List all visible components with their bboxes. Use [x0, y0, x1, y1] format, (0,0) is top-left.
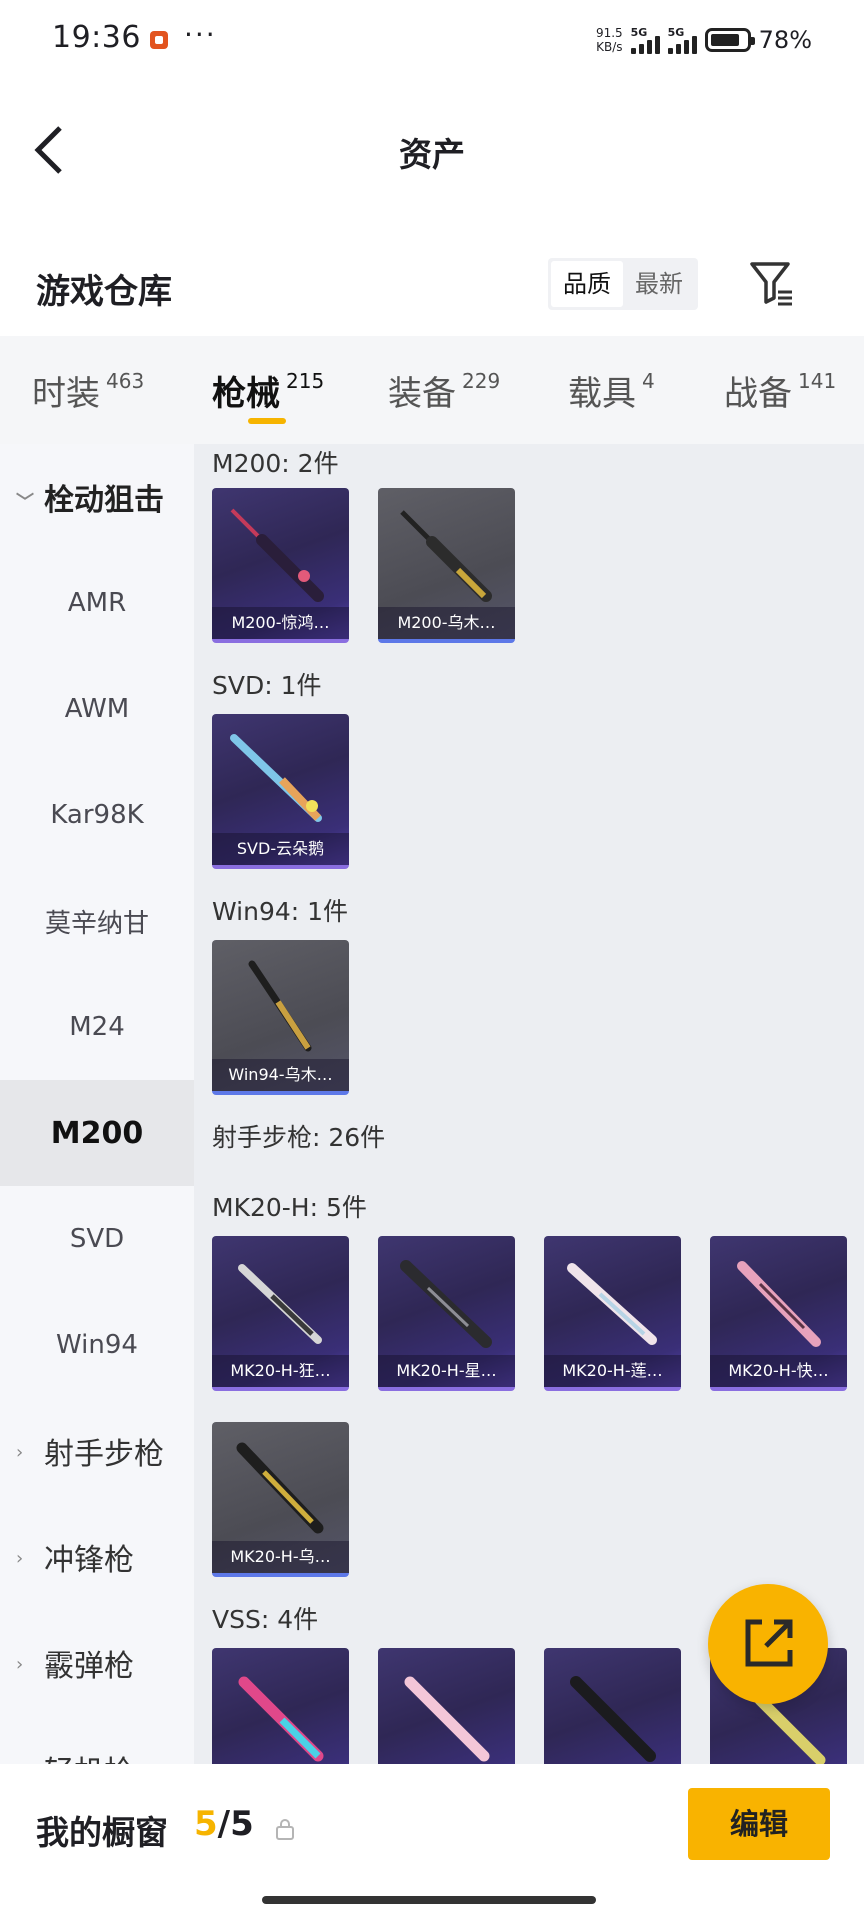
weapon-name: SVD-云朵鹅 — [212, 833, 349, 865]
rifle-image — [238, 1676, 324, 1762]
battery-icon — [704, 28, 755, 52]
weapon-name: MK20-H-乌… — [212, 1541, 349, 1573]
share-external-icon — [745, 1619, 793, 1667]
signal-icon: 5G — [630, 26, 660, 54]
weapon-name: MK20-H-快… — [710, 1355, 847, 1387]
sidebar-item-awm[interactable]: AWM — [0, 656, 194, 762]
weapon-card[interactable] — [212, 1648, 349, 1764]
weapon-card[interactable]: SVD-云朵鹅 — [212, 714, 349, 869]
tab-supplies[interactable]: 战备 141 — [724, 366, 836, 415]
rifle-image — [230, 508, 324, 602]
section-title-vss: VSS: 4件 — [212, 1605, 319, 1634]
rifle-image — [404, 1676, 490, 1762]
weapon-name: MK20-H-莲… — [544, 1355, 681, 1387]
sort-latest-button[interactable]: 最新 — [623, 261, 695, 307]
chevron-right-icon: › — [16, 1442, 24, 1463]
section-title-m200: M200: 2件 — [212, 449, 339, 478]
status-time: 19:36 — [52, 20, 141, 55]
weapon-card[interactable]: MK20-H-乌… — [212, 1422, 349, 1577]
weapon-card[interactable]: MK20-H-快… — [710, 1236, 847, 1391]
tab-vehicles[interactable]: 载具 4 — [568, 366, 655, 415]
weapon-name: Win94-乌木… — [212, 1059, 349, 1091]
weapon-name: MK20-H-星… — [378, 1355, 515, 1387]
rifle-image — [248, 960, 312, 1052]
showcase-count: 5/5 — [194, 1804, 254, 1844]
tab-fashion[interactable]: 时装 463 — [32, 366, 144, 415]
sidebar-item-mosin[interactable]: 莫辛纳甘 — [0, 868, 194, 974]
section-title-mk20: MK20-H: 5件 — [212, 1193, 367, 1222]
weapon-name: M200-惊鸿… — [212, 607, 349, 639]
section-title-marksman: 射手步枪: 26件 — [212, 1123, 386, 1152]
status-bar: 19:36 ··· 91.5 KB/s 5G 5G 78% — [0, 0, 864, 80]
more-notifications-icon: ··· — [184, 18, 217, 51]
sidebar-item-m200[interactable]: M200 — [0, 1080, 194, 1186]
section-title-win94: Win94: 1件 — [212, 897, 349, 926]
battery-percent: 78% — [758, 26, 812, 54]
edit-button[interactable]: 编辑 — [688, 1788, 830, 1860]
weapon-name: MK20-H-狂… — [212, 1355, 349, 1387]
rifle-image — [238, 1264, 322, 1344]
weapon-card[interactable] — [378, 1648, 515, 1764]
rifle-image — [400, 510, 492, 602]
sidebar-item-m24[interactable]: M24 — [0, 974, 194, 1080]
weapon-card[interactable]: MK20-H-狂… — [212, 1236, 349, 1391]
rifle-image — [230, 734, 322, 822]
sidebar-group-smg[interactable]: › 冲锋枪 — [0, 1504, 194, 1610]
rifle-image — [567, 1263, 657, 1345]
weapon-card[interactable]: Win94-乌木… — [212, 940, 349, 1095]
tab-firearms[interactable]: 枪械 215 — [212, 366, 324, 415]
weapon-list: M200: 2件 M200-惊鸿… M200-乌木… SVD: 1件 SVD-云… — [194, 444, 864, 1764]
warehouse-title: 游戏仓库 — [36, 272, 172, 312]
weapon-card[interactable]: MK20-H-莲… — [544, 1236, 681, 1391]
sort-quality-button[interactable]: 品质 — [551, 261, 623, 307]
sidebar-item-kar98k[interactable]: Kar98K — [0, 762, 194, 868]
category-tabs: 时装 463 枪械 215 装备 229 载具 4 战备 141 — [0, 336, 864, 444]
status-indicators: 91.5 KB/s 5G 5G 78% — [596, 18, 812, 62]
sidebar-group-marksman[interactable]: › 射手步枪 — [0, 1398, 194, 1504]
rifle-image — [400, 1260, 492, 1348]
weapon-card[interactable]: MK20-H-星… — [378, 1236, 515, 1391]
rifle-image — [570, 1676, 656, 1762]
filter-button[interactable] — [748, 258, 796, 308]
rifle-image — [737, 1261, 821, 1347]
tab-equipment[interactable]: 装备 229 — [388, 366, 500, 415]
weapon-card[interactable]: M200-乌木… — [378, 488, 515, 643]
network-speed: 91.5 KB/s — [595, 26, 623, 54]
showcase-label: 我的橱窗 — [36, 1813, 168, 1852]
weapon-name: M200-乌木… — [378, 607, 515, 639]
page-title: 资产 — [399, 135, 465, 174]
sidebar-group-shotgun[interactable]: › 霰弹枪 — [0, 1610, 194, 1716]
signal-icon: 5G — [667, 26, 697, 54]
filter-icon — [750, 262, 792, 306]
showcase-bar: 我的橱窗 5/5 编辑 — [0, 1764, 864, 1920]
sidebar-item-svd[interactable]: SVD — [0, 1186, 194, 1292]
weapon-type-sidebar: ﹀ 栓动狙击 AMR AWM Kar98K 莫辛纳甘 M24 M200 SVD … — [0, 444, 194, 1764]
lock-icon — [276, 1819, 294, 1840]
sidebar-group-lmg[interactable]: › 轻机枪 — [0, 1716, 194, 1764]
chevron-right-icon: › — [16, 1548, 24, 1569]
weapon-card[interactable] — [544, 1648, 681, 1764]
share-button[interactable] — [708, 1584, 828, 1704]
sidebar-group-bolt-action[interactable]: ﹀ 栓动狙击 — [0, 444, 194, 550]
active-tab-indicator — [248, 418, 286, 424]
weapon-card[interactable]: M200-惊鸿… — [212, 488, 349, 643]
notification-app-icon — [150, 31, 168, 49]
sidebar-item-win94[interactable]: Win94 — [0, 1292, 194, 1398]
section-title-svd: SVD: 1件 — [212, 671, 322, 700]
rifle-image — [236, 1442, 324, 1534]
home-indicator[interactable] — [262, 1896, 596, 1904]
sidebar-item-amr[interactable]: AMR — [0, 550, 194, 656]
chevron-right-icon: › — [16, 1654, 24, 1675]
sort-toggle: 品质 最新 — [548, 258, 698, 310]
chevron-down-icon: ﹀ — [16, 492, 34, 513]
